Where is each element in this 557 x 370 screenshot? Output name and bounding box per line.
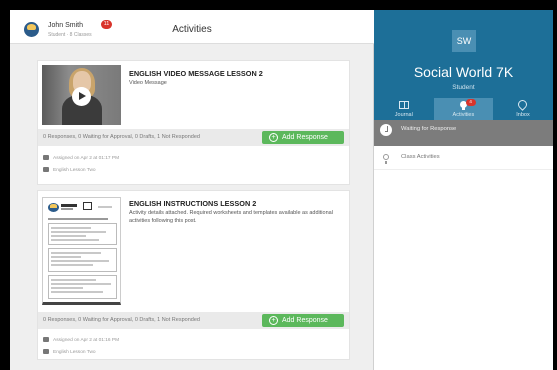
folder-icon [43, 349, 49, 354]
activities-badge: 4 [465, 99, 476, 106]
add-response-label: Add Response [282, 134, 328, 141]
response-bar: 0 Responses, 0 Waiting for Approval, 0 D… [38, 129, 349, 146]
activity-title[interactable]: ENGLISH VIDEO MESSAGE LESSON 2 [129, 69, 263, 78]
folder-label[interactable]: English Lesson Two [43, 167, 96, 173]
plus-circle-icon: + [269, 316, 278, 325]
add-response-button[interactable]: + Add Response [262, 314, 344, 327]
assigned-date: Assigned on Apr 2 at 01:16 PM [43, 337, 119, 343]
calendar-icon [43, 155, 49, 160]
plus-circle-icon: + [269, 133, 278, 142]
response-summary: 0 Responses, 0 Waiting for Approval, 0 D… [43, 317, 200, 323]
lightbulb-icon [383, 154, 389, 164]
class-sidebar: SW Social World 7K Student Journal 4 Act… [374, 10, 553, 370]
top-bar: John Smith Student · 8 Classes 11 Activi… [10, 10, 374, 44]
response-bar: 0 Responses, 0 Waiting for Approval, 0 D… [38, 312, 349, 329]
tab-inbox[interactable]: Inbox [493, 98, 553, 120]
folder-icon [43, 167, 49, 172]
folder-label[interactable]: English Lesson Two [43, 349, 96, 355]
book-icon [399, 101, 409, 109]
tag-icon [516, 98, 530, 111]
add-response-label: Add Response [282, 317, 328, 324]
app-frame: John Smith Student · 8 Classes 11 Activi… [10, 10, 553, 370]
activity-card[interactable]: ENGLISH VIDEO MESSAGE LESSON 2 Video Mes… [37, 60, 350, 185]
waiting-for-response-item[interactable]: Waiting for Response [374, 120, 553, 146]
class-name: Social World 7K [413, 64, 514, 80]
activity-type: Video Message [129, 80, 167, 86]
class-header: SW Social World 7K Student Journal 4 Act… [374, 10, 553, 130]
activity-description: Activity details attached. Required work… [129, 210, 333, 224]
activity-title[interactable]: ENGLISH INSTRUCTIONS LESSON 2 [129, 199, 256, 208]
book-icon [83, 202, 92, 210]
document-thumbnail[interactable] [42, 197, 121, 305]
assigned-date: Assigned on Apr 2 at 01:17 PM [43, 155, 119, 161]
activity-card[interactable]: ENGLISH INSTRUCTIONS LESSON 2 Activity d… [37, 190, 350, 360]
class-tabs: Journal 4 Activities Inbox [374, 98, 553, 120]
clock-icon [380, 124, 392, 136]
tab-activities[interactable]: 4 Activities [433, 98, 494, 120]
activities-panel: John Smith Student · 8 Classes 11 Activi… [10, 10, 374, 370]
class-activities-item[interactable]: Class Activities [374, 148, 553, 170]
logo [48, 202, 78, 214]
add-response-button[interactable]: + Add Response [262, 131, 344, 144]
calendar-icon [43, 337, 49, 342]
class-role: Student [452, 84, 475, 91]
tab-journal[interactable]: Journal [374, 98, 434, 120]
response-summary: 0 Responses, 0 Waiting for Approval, 0 D… [43, 134, 200, 140]
play-icon[interactable] [72, 87, 91, 106]
video-thumbnail[interactable] [42, 65, 121, 125]
class-initials: SW [452, 30, 476, 52]
page-title: Activities [172, 24, 212, 35]
